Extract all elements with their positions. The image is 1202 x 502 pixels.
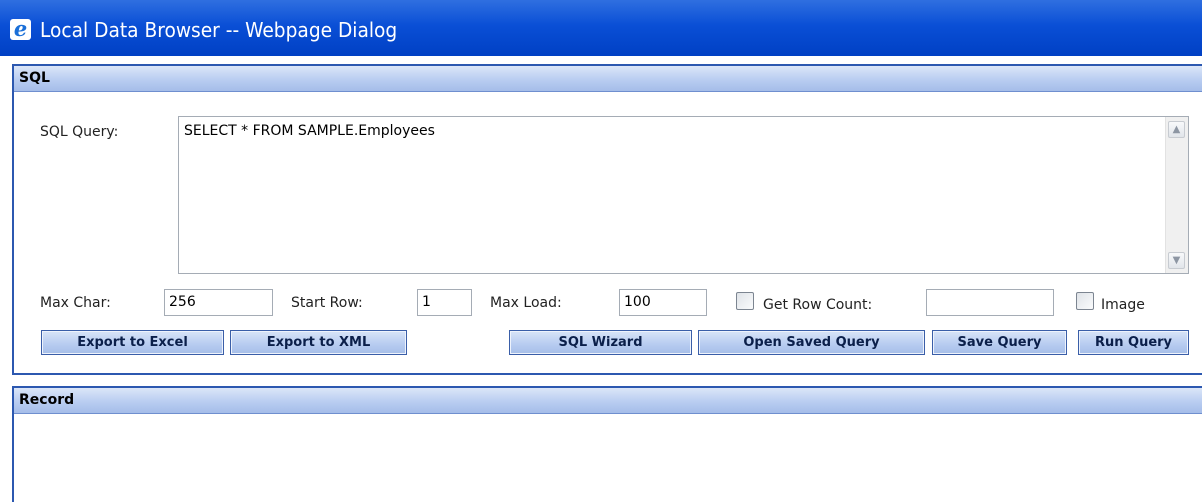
row-count-checkbox[interactable]	[736, 292, 754, 310]
record-panel: Record	[12, 386, 1202, 502]
max-load-label: Max Load:	[490, 295, 562, 311]
image-label: Image	[1101, 297, 1145, 313]
open-saved-query-button[interactable]: Open Saved Query	[698, 330, 925, 355]
scroll-down-icon[interactable]: ▼	[1168, 252, 1185, 269]
record-panel-header: Record	[14, 388, 1202, 414]
start-row-input[interactable]: 1	[417, 289, 472, 316]
sql-panel: SQL SQL Query: SELECT * FROM SAMPLE.Empl…	[12, 64, 1202, 375]
scroll-up-icon[interactable]: ▲	[1168, 121, 1185, 138]
sql-query-text: SELECT * FROM SAMPLE.Employees	[184, 123, 435, 139]
export-excel-button[interactable]: Export to Excel	[41, 330, 224, 355]
max-char-label: Max Char:	[40, 295, 111, 311]
max-load-input[interactable]: 100	[619, 289, 707, 316]
title-bar: e Local Data Browser -- Webpage Dialog	[0, 0, 1202, 56]
max-char-input[interactable]: 256	[164, 289, 273, 316]
export-xml-button[interactable]: Export to XML	[230, 330, 407, 355]
sql-wizard-button[interactable]: SQL Wizard	[509, 330, 692, 355]
start-row-label: Start Row:	[291, 295, 363, 311]
image-checkbox[interactable]	[1076, 292, 1094, 310]
sql-query-label: SQL Query:	[40, 124, 119, 140]
sql-query-textarea[interactable]: SELECT * FROM SAMPLE.Employees ▲ ▼	[178, 116, 1189, 274]
textarea-scrollbar[interactable]: ▲ ▼	[1165, 117, 1188, 273]
window-title: Local Data Browser -- Webpage Dialog	[40, 18, 398, 42]
save-query-button[interactable]: Save Query	[932, 330, 1067, 355]
sql-panel-header: SQL	[14, 66, 1202, 92]
ie-icon: e	[10, 16, 31, 41]
row-count-field[interactable]	[926, 289, 1054, 316]
run-query-button[interactable]: Run Query	[1078, 330, 1189, 355]
row-count-label: Get Row Count:	[763, 297, 873, 313]
